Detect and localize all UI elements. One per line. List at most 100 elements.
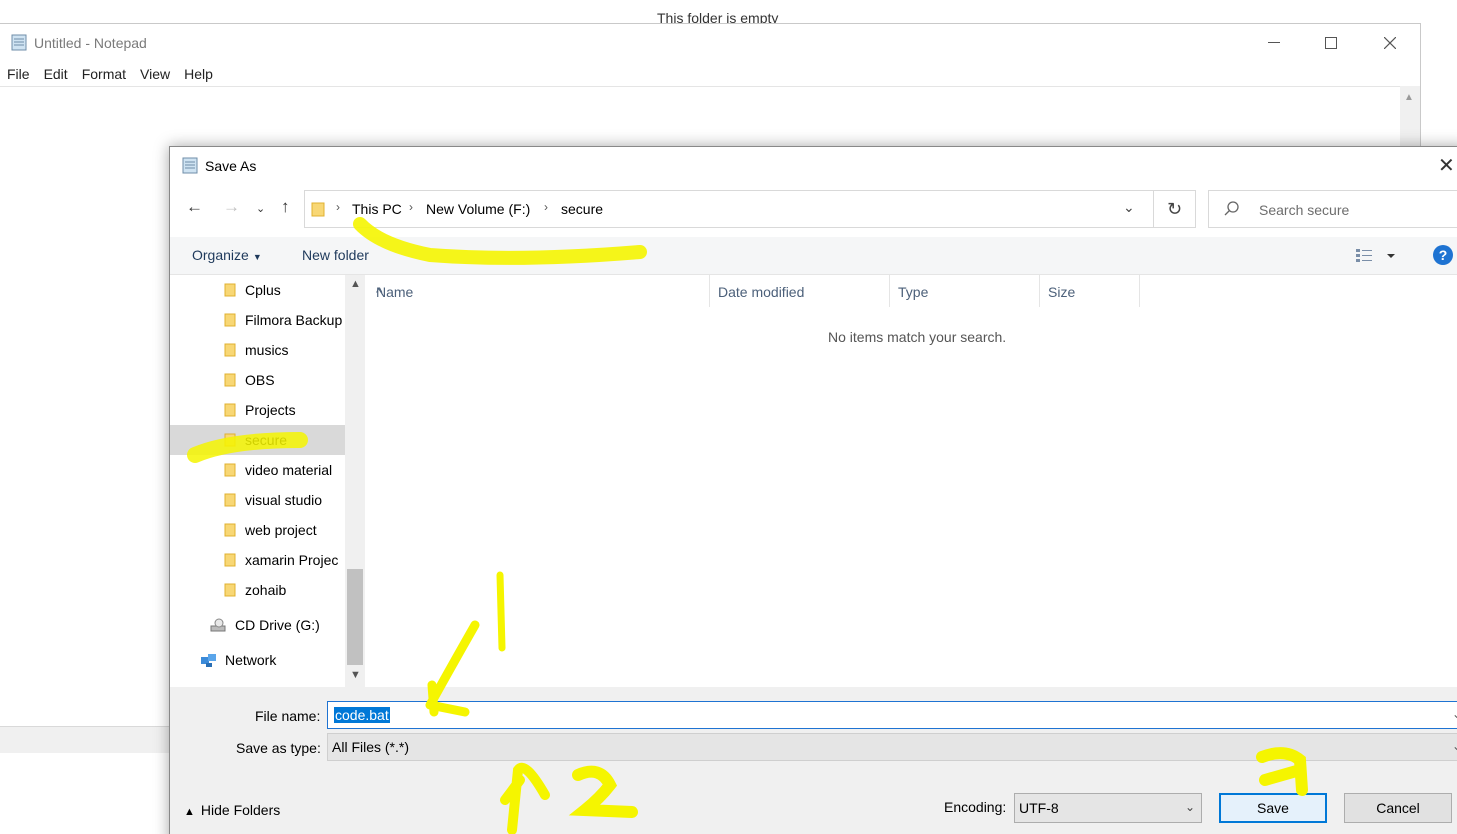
tree-item[interactable]: CD Drive (G:) [170, 610, 345, 640]
help-icon[interactable]: ? [1433, 245, 1453, 265]
column-header-name[interactable]: Name ^ [368, 275, 710, 307]
tree-item-label: zohaib [245, 582, 287, 598]
chevron-down-icon[interactable]: ⌄ [1452, 739, 1457, 753]
menu-help[interactable]: Help [177, 64, 220, 86]
file-list[interactable]: Name ^ Date modified Type Size No items m… [368, 275, 1457, 687]
file-name-value: code.bat [334, 707, 390, 723]
folder-icon [311, 202, 325, 217]
column-header-date-modified[interactable]: Date modified [710, 275, 890, 307]
forward-arrow-icon[interactable]: → [223, 197, 240, 217]
up-arrow-icon[interactable]: ↑ [281, 197, 290, 217]
breadcrumb-new-volume[interactable]: New Volume (F:) [426, 201, 530, 217]
column-header-type[interactable]: Type [890, 275, 1040, 307]
tree-item-label: Cplus [245, 282, 281, 298]
command-bar: Organize ▼ New folder ? [170, 237, 1457, 275]
folder-icon [224, 523, 236, 537]
tree-item[interactable]: visual studio [170, 485, 345, 515]
tree-item[interactable]: Projects [170, 395, 345, 425]
scroll-down-icon[interactable]: ▼ [350, 669, 361, 681]
menu-view[interactable]: View [133, 64, 177, 86]
folder-icon [224, 403, 236, 417]
notepad-icon [11, 34, 27, 51]
tree-item[interactable]: zohaib [170, 575, 345, 605]
menu-file[interactable]: File [0, 64, 37, 86]
tree-item[interactable]: Cplus [170, 275, 345, 305]
tree-item[interactable]: musics [170, 335, 345, 365]
change-view-icon[interactable] [1354, 246, 1404, 266]
dropdown-triangle-icon: ▼ [252, 252, 262, 262]
save-options-panel: File name: code.bat ⌄ Save as type: All … [170, 687, 1457, 834]
breadcrumb-secure[interactable]: secure [561, 201, 603, 217]
search-placeholder: Search secure [1259, 202, 1350, 218]
maximize-icon [1325, 37, 1337, 49]
breadcrumb-this-pc[interactable]: This PC [352, 201, 402, 217]
notepad-title: Untitled - Notepad [34, 35, 147, 51]
tree-item-label: Network [225, 652, 277, 668]
search-icon [1224, 201, 1239, 216]
scroll-up-icon[interactable]: ▲ [350, 278, 361, 290]
tree-item[interactable]: Filmora Backup [170, 305, 345, 335]
folder-icon [224, 463, 236, 477]
tree-item[interactable]: web project [170, 515, 345, 545]
folder-icon [224, 553, 236, 567]
recent-locations-chevron-icon[interactable]: ⌄ [256, 202, 265, 215]
file-name-input[interactable]: code.bat ⌄ [327, 701, 1457, 729]
folder-icon [224, 283, 236, 297]
tree-item[interactable]: xamarin Projec [170, 545, 345, 575]
address-dropdown-icon[interactable]: ⌄ [1123, 199, 1135, 216]
breadcrumb-chevron-icon: › [409, 200, 413, 214]
column-type-label: Type [898, 284, 929, 300]
notepad-menubar: File Edit Format View Help [0, 64, 220, 86]
folder-icon [224, 493, 236, 507]
new-folder-button[interactable]: New folder [302, 247, 369, 263]
tree-item[interactable]: video material [170, 455, 345, 485]
folder-icon [224, 373, 236, 387]
save-as-dialog: Save As ✕ ← → ⌄ ↑ › This PC › New Volume… [169, 146, 1457, 834]
cd-drive-icon [210, 618, 226, 632]
breadcrumb-chevron-icon: › [336, 200, 340, 214]
tree-item[interactable]: Network [170, 645, 345, 675]
minimize-button[interactable] [1245, 24, 1303, 62]
cancel-button[interactable]: Cancel [1344, 793, 1452, 823]
back-arrow-icon[interactable]: ← [186, 197, 203, 217]
breadcrumb-chevron-icon: › [544, 200, 548, 214]
save-button[interactable]: Save [1219, 793, 1327, 823]
hide-folders-label: Hide Folders [200, 802, 281, 818]
menu-format[interactable]: Format [75, 64, 133, 86]
save-as-type-value: All Files (*.*) [332, 739, 410, 755]
dialog-close-icon[interactable]: ✕ [1438, 153, 1455, 178]
scroll-up-icon[interactable]: ▲ [1404, 92, 1414, 103]
maximize-button[interactable] [1302, 24, 1360, 62]
save-as-type-select[interactable]: All Files (*.*) ⌄ [327, 733, 1457, 761]
tree-item-label: visual studio [245, 492, 323, 508]
scrollbar-thumb[interactable] [347, 569, 363, 665]
organize-button[interactable]: Organize ▼ [192, 247, 262, 263]
notepad-icon [182, 157, 198, 174]
save-as-type-label: Save as type: [236, 740, 321, 756]
navigation-bar: ← → ⌄ ↑ › This PC › New Volume (F:) › se… [170, 187, 1457, 231]
dialog-titlebar: Save As ✕ [170, 147, 1457, 185]
encoding-select[interactable]: UTF-8 ⌄ [1014, 793, 1202, 823]
column-header-size[interactable]: Size [1040, 275, 1140, 307]
hide-folders-button[interactable]: ▲ Hide Folders [184, 802, 280, 818]
search-box[interactable]: Search secure [1208, 190, 1457, 228]
sort-ascending-icon: ^ [376, 284, 383, 300]
chevron-down-icon: ⌄ [1184, 800, 1195, 814]
tree-item[interactable]: secure [170, 425, 345, 455]
folder-icon [224, 583, 236, 597]
close-button[interactable] [1361, 24, 1419, 62]
menu-edit[interactable]: Edit [37, 64, 75, 86]
folder-tree-scrollbar[interactable]: ▲ ▼ [345, 275, 365, 687]
chevron-down-icon[interactable]: ⌄ [1452, 707, 1457, 721]
address-bar[interactable]: › This PC › New Volume (F:) › secure ⌄ [304, 190, 1154, 228]
folder-icon [224, 313, 236, 327]
folder-icon [224, 343, 236, 357]
empty-message: No items match your search. [828, 329, 1007, 345]
refresh-button[interactable]: ↻ [1154, 190, 1196, 228]
tree-item-label: Filmora Backup [245, 312, 343, 328]
encoding-value: UTF-8 [1019, 800, 1059, 816]
tree-item-label: CD Drive (G:) [235, 617, 320, 633]
network-icon [201, 654, 216, 667]
tree-item[interactable]: OBS [170, 365, 345, 395]
refresh-icon: ↻ [1166, 198, 1183, 219]
